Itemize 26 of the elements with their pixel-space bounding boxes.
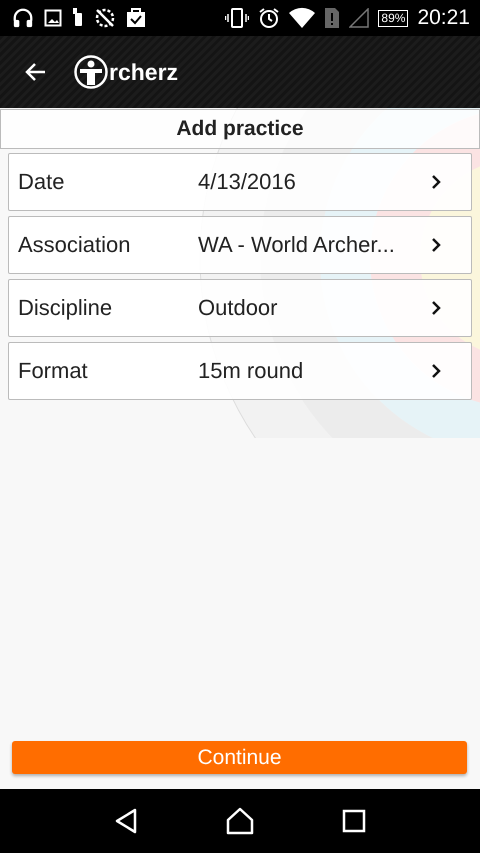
recent-apps-icon[interactable] — [342, 809, 366, 833]
signal-icon — [349, 8, 370, 28]
archer-logo-icon — [74, 55, 108, 89]
clock-time: 20:21 — [417, 6, 470, 30]
chevron-right-icon — [431, 174, 441, 190]
phone-icon — [72, 8, 84, 28]
chevron-right-icon — [431, 300, 441, 316]
vibrate-icon — [225, 7, 250, 29]
sim-alert-icon — [324, 7, 340, 29]
page-title: Add practice — [176, 117, 304, 141]
clipboard-check-icon — [126, 8, 146, 28]
alarm-clock-icon — [258, 7, 280, 29]
chevron-right-icon — [431, 237, 441, 253]
app-logo-text: rcherz — [109, 58, 178, 86]
battery-indicator: 89% — [378, 10, 408, 26]
home-icon[interactable] — [226, 807, 254, 835]
crossed-circle-icon — [94, 7, 116, 29]
headphones-icon — [12, 7, 34, 29]
image-icon — [44, 9, 62, 27]
field-row[interactable]: Discipline Outdoor — [8, 279, 472, 337]
field-row[interactable]: Format 15m round — [8, 342, 472, 400]
field-row[interactable]: Association WA - World Archer... — [8, 216, 472, 274]
field-row[interactable]: Date 4/13/2016 — [8, 153, 472, 211]
wifi-icon — [289, 7, 316, 29]
back-nav-icon[interactable] — [114, 808, 138, 834]
chevron-right-icon — [431, 363, 441, 379]
